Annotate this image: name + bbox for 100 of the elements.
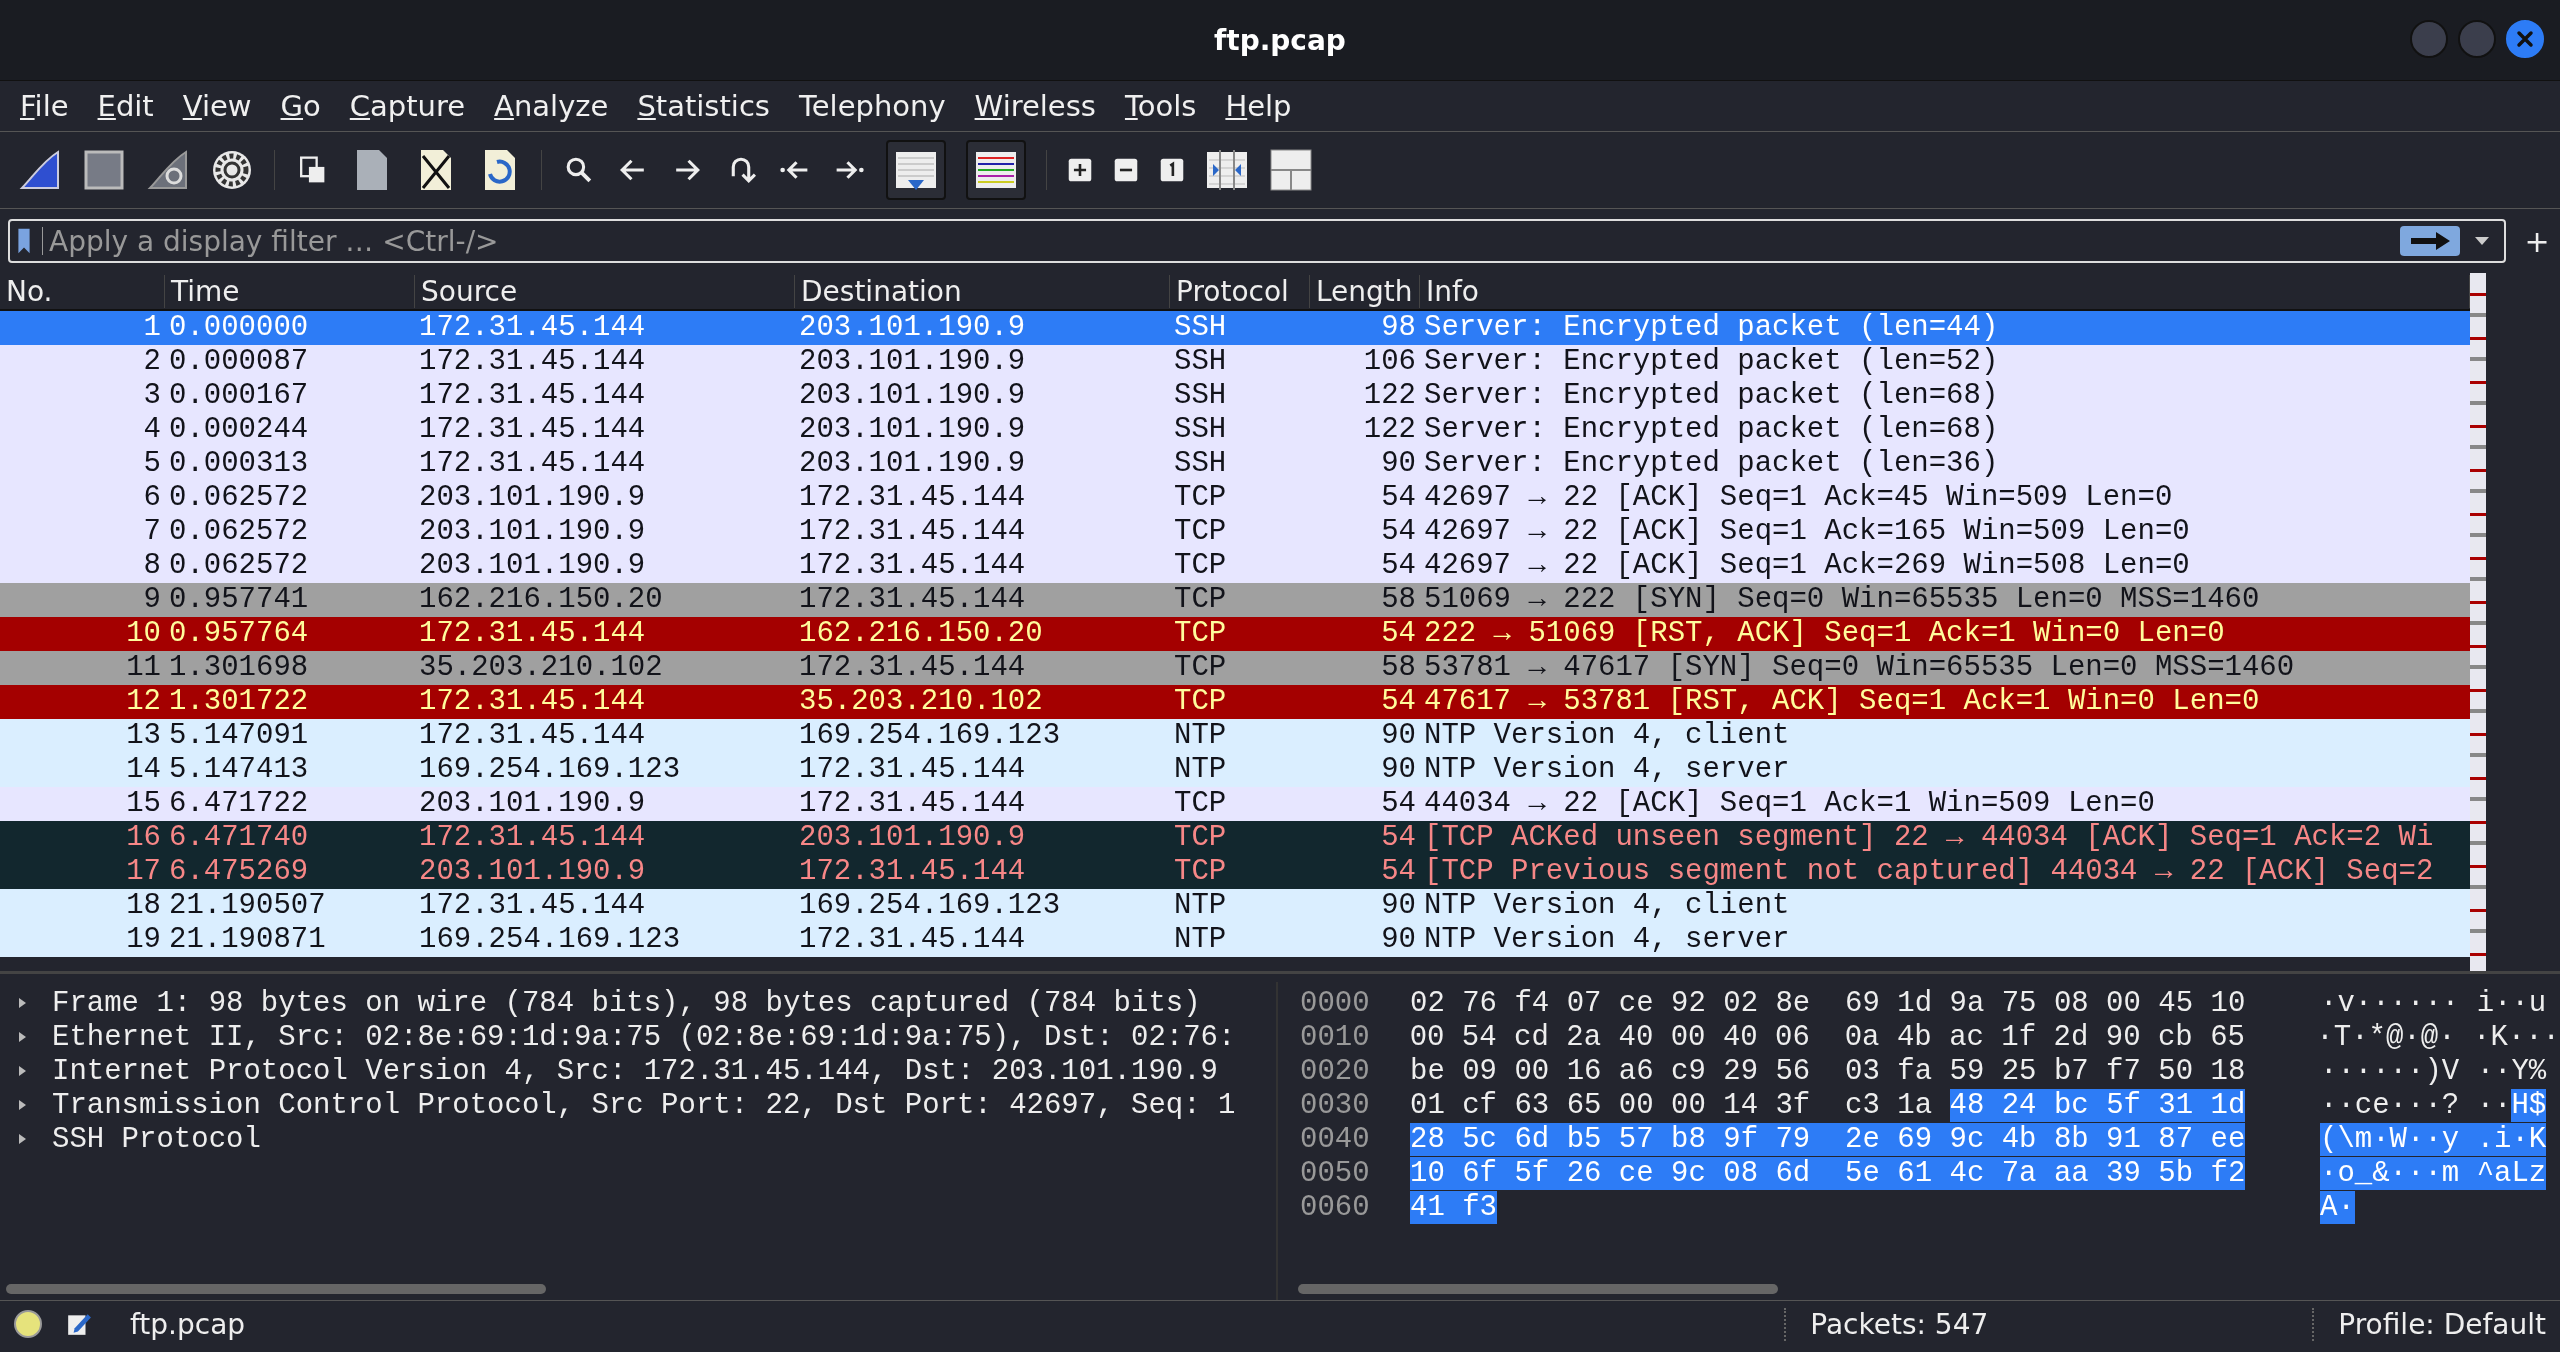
table-cell-text: 54: [1380, 821, 1417, 855]
hex-bytes: 10 6f 5f 26 ce 9c 08 6d 5e 61 4c 7a aa 39 5b f2: [1410, 1156, 2246, 1190]
table-cell-text: 172.31.45.144: [798, 515, 1027, 549]
table-cell-text: NTP: [1173, 923, 1228, 957]
offset-label: 0030: [1299, 1088, 1371, 1122]
menu-item[interactable]: View: [182, 89, 267, 123]
column-header[interactable]: Destination: [795, 274, 1170, 308]
table-cell-text: SSH: [1173, 345, 1228, 379]
packet-row[interactable]: 8 0.062572 203.101.190.9 172.31.45.144 TCP 54 42697 → 22 [ACK] Seq=1 Ack=269 Win=508 Len=0: [0, 549, 2470, 583]
packet-row[interactable]: 17 6.475269 203.101.190.9 172.31.45.144 TCP 54 [TCP Previous segment not captured] 44034 → 22 [ACK] Seq=2: [0, 855, 2470, 889]
column-header[interactable]: Source: [415, 274, 795, 308]
table-cell-text: 54: [1380, 515, 1417, 549]
packet-row[interactable]: 3 0.000167 172.31.45.144 203.101.190.9 SSH 122 Server: Encrypted packet (len=68): [0, 379, 2470, 413]
edit-note-icon[interactable]: [66, 1311, 92, 1337]
settings-icon[interactable]: [210, 148, 254, 192]
column-header[interactable]: No.: [0, 274, 165, 308]
packet-row[interactable]: 4 0.000244 172.31.45.144 203.101.190.9 SSH 122 Server: Encrypted packet (len=68): [0, 413, 2470, 447]
packet-row[interactable]: 14 5.147413 169.254.169.123 172.31.45.144 NTP 90 NTP Version 4, server: [0, 753, 2470, 787]
tree-item[interactable]: Frame 1: 98 bytes on wire (784 bits), 98 bytes captured (784 bits): [52, 986, 1201, 1020]
menu-item[interactable]: Capture: [349, 89, 481, 123]
normal-size-icon[interactable]: [1159, 157, 1185, 183]
table-cell-text: 19: [125, 923, 162, 957]
table-cell-text: NTP Version 4, client: [1423, 719, 1791, 753]
table-cell-text: 35.203.210.102: [418, 651, 664, 685]
menu-item[interactable]: File: [20, 89, 84, 123]
table-cell-text: 0.000000: [168, 311, 310, 345]
packet-row[interactable]: 19 21.190871 169.254.169.123 172.31.45.144 NTP 90 NTP Version 4, server: [0, 923, 2470, 957]
caret-icon[interactable]: [2474, 236, 2490, 246]
table-cell-text: 169.254.169.123: [798, 889, 1062, 923]
packet-row[interactable]: 13 5.147091 172.31.45.144 169.254.169.123 NTP 90 NTP Version 4, client: [0, 719, 2470, 753]
autoscroll-button[interactable]: [886, 140, 946, 200]
layout-icon[interactable]: [1269, 148, 1313, 192]
add-filter-button[interactable]: +: [2522, 223, 2552, 259]
scrollbar-thumb[interactable]: [1298, 1284, 1778, 1294]
menu-item[interactable]: Help: [1225, 89, 1307, 123]
packet-row[interactable]: 1 0.000000 172.31.45.144 203.101.190.9 SSH 98 Server: Encrypted packet (len=44): [0, 311, 2470, 345]
hex-bytes: 00 54 cd 2a 40 00 40 06 0a 4b ac 1f 2d 90 cb 65: [1409, 1020, 2245, 1054]
menu-item[interactable]: Statistics: [637, 89, 785, 123]
packet-row[interactable]: 15 6.471722 203.101.190.9 172.31.45.144 TCP 54 44034 → 22 [ACK] Seq=1 Ack=1 Win=509 Len=0: [0, 787, 2470, 821]
close-button[interactable]: [2506, 20, 2544, 58]
table-cell-text: TCP: [1173, 651, 1228, 685]
column-header[interactable]: Time: [165, 274, 415, 308]
status-indicator-icon[interactable]: [14, 1310, 42, 1338]
table-cell-text: 162.216.150.20: [798, 617, 1044, 651]
zoom-out-icon[interactable]: [1113, 157, 1139, 183]
menu-item[interactable]: Analyze: [494, 89, 624, 123]
table-cell-text: 172.31.45.144: [798, 549, 1027, 583]
table-cell-text: 172.31.45.144: [418, 685, 647, 719]
column-header[interactable]: Protocol: [1170, 274, 1310, 308]
table-cell-text: 172.31.45.144: [418, 617, 647, 651]
menu-item[interactable]: Telephony: [798, 89, 961, 123]
packet-row[interactable]: 11 1.301698 35.203.210.102 172.31.45.144 TCP 58 53781 → 47617 [SYN] Seq=0 Win=65535 Len=0 MSS=1460: [0, 651, 2470, 685]
offset-label: 0050: [1299, 1156, 1371, 1190]
apply-button[interactable]: [2400, 226, 2460, 256]
expander-icon[interactable]: [16, 1099, 28, 1111]
profile-label[interactable]: Profile: Default: [2312, 1307, 2546, 1341]
table-cell-text: 54: [1380, 855, 1417, 889]
table-cell-text: 0.062572: [168, 549, 310, 583]
packet-row[interactable]: 18 21.190507 172.31.45.144 169.254.169.123 NTP 90 NTP Version 4, client: [0, 889, 2470, 923]
menu-item[interactable]: Tools: [1124, 89, 1212, 123]
packet-row[interactable]: 12 1.301722 172.31.45.144 35.203.210.102 TCP 54 47617 → 53781 [RST, ACK] Seq=1 Ack=1 Win=0 Len=0: [0, 685, 2470, 719]
tree-item[interactable]: SSH Protocol: [52, 1122, 261, 1156]
table-cell-text: 16: [125, 821, 162, 855]
packet-row[interactable]: 7 0.062572 203.101.190.9 172.31.45.144 TCP 54 42697 → 22 [ACK] Seq=1 Ack=165 Win=509 Len=0: [0, 515, 2470, 549]
ascii-text: ·T·*@·@· ·K···: [2316, 1020, 2560, 1054]
table-cell-text: NTP Version 4, server: [1423, 923, 1791, 957]
packet-row[interactable]: 10 0.957764 172.31.45.144 162.216.150.20 TCP 54 222 → 51069 [RST, ACK] Seq=1 Ack=1 Win=0 Len=0: [0, 617, 2470, 651]
table-cell-text: 203.101.190.9: [418, 855, 647, 889]
expander-icon[interactable]: [16, 1031, 28, 1043]
table-cell-text: 2: [142, 345, 162, 379]
menu-item[interactable]: Wireless: [974, 89, 1111, 123]
scrollbar-thumb[interactable]: [6, 1284, 546, 1294]
expander-icon[interactable]: [16, 1065, 28, 1077]
packet-row[interactable]: 16 6.471740 172.31.45.144 203.101.190.9 TCP 54 [TCP ACKed unseen segment] 22 → 44034 [ACK] Seq=1 Ack=2 Wi: [0, 821, 2470, 855]
packet-row[interactable]: 2 0.000087 172.31.45.144 203.101.190.9 SSH 106 Server: Encrypted packet (len=52): [0, 345, 2470, 379]
packet-row[interactable]: 5 0.000313 172.31.45.144 203.101.190.9 SSH 90 Server: Encrypted packet (len=36): [0, 447, 2470, 481]
packet-row[interactable]: 9 0.957741 162.216.150.20 172.31.45.144 TCP 58 51069 → 222 [SYN] Seq=0 Win=65535 Len=0 MSS=1460: [0, 583, 2470, 617]
colorize-button[interactable]: [966, 140, 1026, 200]
tree-item[interactable]: Internet Protocol Version 4, Src: 172.31.45.144, Dst: 203.101.190.9: [52, 1054, 1218, 1088]
table-cell-text: [TCP ACKed unseen segment] 22 → 44034 [ACK] Seq=1 Ack=2 Wi: [1423, 821, 2435, 855]
menu-item[interactable]: Go: [280, 89, 336, 123]
tree-item[interactable]: Ethernet II, Src: 02:8e:69:1d:9a:75 (02:8e:69:1d:9a:75), Dst: 02:76:: [52, 1020, 1236, 1054]
table-cell-text: 169.254.169.123: [798, 719, 1062, 753]
table-cell-text: TCP: [1173, 787, 1228, 821]
stop-icon[interactable]: [82, 148, 126, 192]
packet-minimap[interactable]: [2470, 273, 2486, 971]
display-filter-field[interactable]: Apply a display filter … <Ctrl-/>: [43, 223, 2400, 259]
column-header[interactable]: Length: [1310, 274, 1420, 308]
expander-icon[interactable]: [16, 1133, 28, 1145]
filter-bar[interactable]: Apply a display filter … <Ctrl-/>: [8, 219, 2506, 263]
expander-icon[interactable]: [16, 997, 28, 1009]
menu-item[interactable]: Edit: [97, 89, 169, 123]
zoom-in-icon[interactable]: [1067, 157, 1093, 183]
packet-row[interactable]: 6 0.062572 203.101.190.9 172.31.45.144 TCP 54 42697 → 22 [ACK] Seq=1 Ack=45 Win=509 Len=0: [0, 481, 2470, 515]
table-cell-text: 203.101.190.9: [418, 549, 647, 583]
tree-item[interactable]: Transmission Control Protocol, Src Port: 22, Dst Port: 42697, Seq: 1: [52, 1088, 1236, 1122]
shark-fin-icon[interactable]: [18, 148, 62, 192]
table-cell-text: Server: Encrypted packet (len=36): [1423, 447, 2000, 481]
resize-columns-icon[interactable]: [1205, 148, 1249, 192]
table-cell-text: 172.31.45.144: [798, 855, 1027, 889]
